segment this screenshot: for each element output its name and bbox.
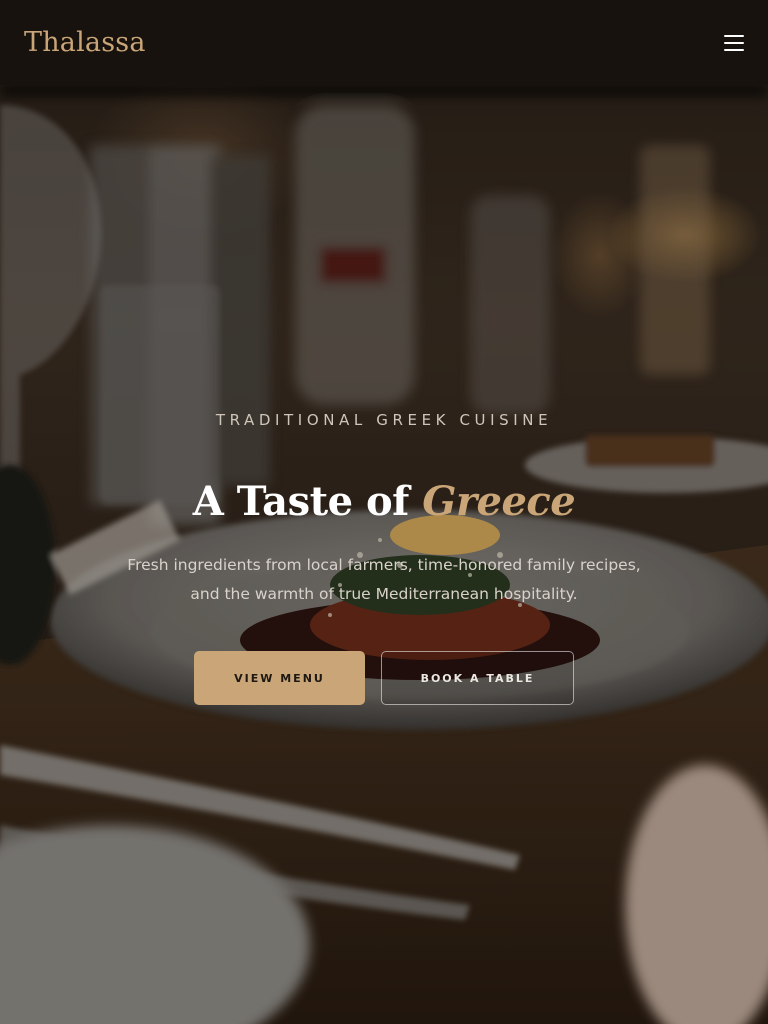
headline-main: A Taste of <box>192 478 423 525</box>
top-navbar: Thalassa <box>0 0 768 85</box>
menu-bar-bottom <box>724 48 744 51</box>
headline-accent: Greece <box>422 478 576 525</box>
hero-section: TRADITIONAL GREEK CUISINE A Taste of Gre… <box>0 85 768 1024</box>
menu-bar-middle <box>724 41 744 44</box>
menu-bar-top <box>724 34 744 37</box>
hero-eyebrow: TRADITIONAL GREEK CUISINE <box>215 411 553 429</box>
hero-subtext: Fresh ingredients from local farmers, ti… <box>127 556 641 603</box>
hero-headline: A Taste of Greece <box>0 478 768 525</box>
hamburger-menu-icon[interactable] <box>718 27 750 59</box>
brand-logo[interactable]: Thalassa <box>24 27 146 58</box>
view-menu-button[interactable]: VIEW MENU <box>194 651 365 705</box>
book-a-table-button[interactable]: BOOK A TABLE <box>381 651 574 705</box>
